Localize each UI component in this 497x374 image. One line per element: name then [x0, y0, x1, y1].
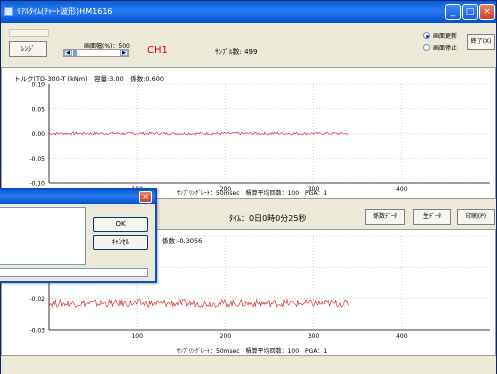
control-area: ﾚﾝｼﾞ 画面幅(%)：500 ◀ ▶ CH1 ｻﾝﾌﾟﾙ数: 499 画面更新…	[1, 23, 496, 67]
series-line	[48, 131, 349, 136]
x-tick-label: 300	[308, 333, 320, 340]
y-tick-label: -0.02	[29, 296, 45, 303]
window-title: ﾘｱﾙﾀｲﾑ(ﾁｬｰﾄ波形)HM1616	[17, 7, 113, 16]
maximize-button[interactable]: □	[462, 4, 478, 20]
dialog: × OK ｷｬﾝｾﾙ	[0, 188, 157, 283]
sample-count: ｻﾝﾌﾟﾙ数: 499	[215, 48, 258, 56]
radio-stop[interactable]: 画面停止	[423, 43, 457, 52]
chart-top-footer: ｻﾝﾌﾟﾘﾝｸﾞﾚｰﾄ：50msec 積算平均回数：100 PGA：1	[177, 190, 328, 197]
cancel-button[interactable]: ｷｬﾝｾﾙ	[93, 235, 148, 250]
dialog-bottom-field[interactable]	[0, 268, 148, 277]
raw-data-button[interactable]: 生ﾃﾞｰﾀ	[413, 209, 451, 225]
exit-button[interactable]: 終了(X)	[467, 34, 495, 50]
x-tick-label: 400	[396, 186, 408, 193]
blank-field	[9, 29, 49, 37]
x-tick-label: 200	[220, 333, 232, 340]
close-button[interactable]: ×	[479, 4, 495, 20]
radio-stop-dot[interactable]	[423, 44, 430, 51]
x-tick-label: 400	[396, 333, 408, 340]
chart-top-plot: 0.100.050.00-0.05-0.10100200300400	[29, 82, 490, 193]
scroll-thumb[interactable]	[73, 50, 77, 56]
radio-stop-label: 画面停止	[433, 45, 458, 52]
dialog-title-bar[interactable]: ×	[0, 190, 155, 204]
ok-button[interactable]: OK	[93, 217, 148, 232]
series-line	[48, 298, 349, 309]
y-tick-label: 0.00	[32, 131, 46, 138]
channel-label: CH1	[147, 45, 168, 56]
y-tick-label: -0.05	[29, 156, 45, 163]
elapsed-time: ﾀｲﾑ：0日0時0分25秒	[229, 214, 307, 223]
print-button[interactable]: 印刷(P)	[457, 209, 495, 225]
radio-refresh[interactable]: 画面更新	[423, 31, 457, 40]
scroll-right-icon[interactable]: ▶	[120, 50, 128, 56]
range-button[interactable]: ﾚﾝｼﾞ	[9, 41, 47, 57]
title-bar: ﾘｱﾙﾀｲﾑ(ﾁｬｰﾄ波形)HM1616 _ □ ×	[1, 1, 496, 23]
y-tick-label: 0.05	[32, 106, 46, 113]
dialog-input-area[interactable]	[0, 207, 86, 265]
y-tick-label: -0.10	[29, 181, 45, 188]
minimize-button[interactable]: _	[445, 4, 461, 20]
coefficient-data-button[interactable]: 係数ﾃﾞｰﾀ	[365, 209, 405, 225]
main-window: ﾘｱﾙﾀｲﾑ(ﾁｬｰﾄ波形)HM1616 _ □ × ﾚﾝｼﾞ 画面幅(%)：5…	[0, 0, 497, 374]
x-tick-label: 100	[131, 333, 143, 340]
horizontal-scrollbar[interactable]: ◀ ▶	[63, 49, 129, 57]
radio-refresh-dot[interactable]	[423, 32, 430, 39]
dialog-close-button[interactable]: ×	[139, 191, 152, 203]
chart-panel-top: トルク(TD-300-T (kNm) 容量:3.00 係数:0.600 0.10…	[1, 67, 496, 199]
chart-bottom-footer: ｻﾝﾌﾟﾘﾝｸﾞﾚｰﾄ：50msec 積算平均回数：100 PGA：1	[177, 348, 328, 355]
status-strip	[1, 359, 496, 374]
y-tick-label: 0.10	[32, 82, 46, 89]
y-tick-label: -0.03	[29, 328, 45, 335]
scroll-left-icon[interactable]: ◀	[64, 50, 72, 56]
app-icon	[4, 7, 13, 16]
radio-refresh-label: 画面更新	[433, 33, 458, 40]
